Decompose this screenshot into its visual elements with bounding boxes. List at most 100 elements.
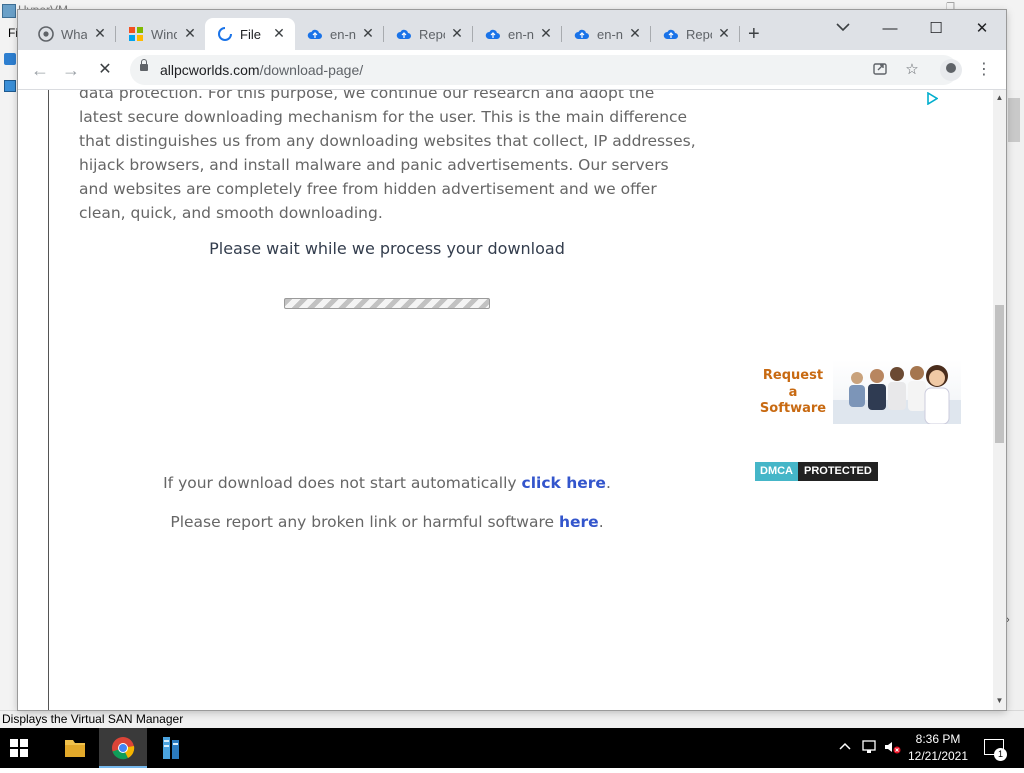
tab-label: en-n	[330, 26, 356, 42]
taskbar-clock[interactable]: 8:36 PM 12/21/2021	[902, 731, 974, 765]
tab-strip: Wha ✕ Wind ✕ File ✕ en-n ✕	[18, 10, 1006, 50]
clock-date: 12/21/2021	[907, 749, 969, 763]
background-menu-file[interactable]: Fi	[8, 26, 18, 40]
dmca-protected-badge[interactable]: DMCA PROTECTED	[755, 462, 878, 481]
grid-icon[interactable]	[4, 80, 16, 92]
main-content-column: data protection. For this purpose, we co…	[48, 90, 726, 710]
tab-label: en-n	[508, 26, 534, 42]
request-software-banner[interactable]: Request a Software	[755, 360, 961, 424]
auto-download-line: If your download does not start automati…	[49, 474, 725, 492]
close-icon[interactable]: ✕	[538, 25, 554, 41]
tab-label: Repo	[686, 26, 712, 42]
volume-muted-icon[interactable]	[884, 740, 902, 757]
close-icon[interactable]: ✕	[271, 25, 287, 41]
download-progress-bar	[284, 298, 490, 309]
cloud-icon	[485, 26, 501, 42]
close-window-button[interactable]: ✕	[962, 15, 1002, 45]
network-icon[interactable]	[862, 740, 878, 757]
scrollbar-thumb[interactable]	[995, 305, 1004, 443]
auto-suffix-text: .	[605, 474, 611, 492]
loading-spinner-icon	[217, 26, 233, 42]
chrome-taskbar-button[interactable]	[99, 728, 147, 768]
report-suffix-text: .	[598, 513, 604, 531]
tab-label: Wha	[61, 26, 87, 42]
share-icon[interactable]	[870, 60, 890, 80]
request-banner-text: Request a Software	[755, 368, 831, 418]
cloud-icon	[307, 26, 323, 42]
tab-en-3[interactable]: en-n ✕	[562, 18, 651, 50]
report-line: Please report any broken link or harmful…	[49, 513, 725, 531]
background-status-bar: Displays the Virtual SAN Manager	[0, 710, 1024, 728]
support-team-image	[833, 360, 961, 424]
stop-loading-button[interactable]: ✕	[94, 59, 116, 81]
intro-paragraph: data protection. For this purpose, we co…	[79, 90, 696, 222]
wait-message: Please wait while we process your downlo…	[209, 239, 565, 258]
request-word: Request	[762, 368, 824, 383]
maximize-button[interactable]: ☐	[916, 15, 956, 45]
close-icon[interactable]: ✕	[627, 25, 643, 41]
notification-count-badge: 1	[994, 748, 1007, 761]
address-bar[interactable]: allpcworlds.com/download-page/ ☆	[130, 55, 958, 85]
tab-whatsapp[interactable]: Wha ✕	[26, 18, 116, 50]
url-domain: allpcworlds.com	[160, 62, 260, 78]
new-tab-button[interactable]: +	[748, 24, 760, 44]
server-manager-taskbar-button[interactable]	[147, 728, 195, 768]
tab-label: Repo	[419, 26, 445, 42]
adchoices-icon[interactable]	[926, 91, 939, 108]
report-prefix-text: Please report any broken link or harmful…	[170, 513, 559, 531]
back-button[interactable]: ←	[29, 59, 51, 81]
close-icon[interactable]: ✕	[92, 25, 108, 41]
chrome-icon	[38, 26, 54, 42]
a-word: a	[788, 384, 798, 400]
back-arrow-icon[interactable]	[4, 53, 16, 65]
report-here-link[interactable]: here	[559, 513, 599, 531]
bookmark-star-icon[interactable]: ☆	[902, 60, 922, 80]
clock-time: 8:36 PM	[915, 732, 961, 746]
windows-logo-icon	[128, 26, 144, 42]
tab-en-1[interactable]: en-n ✕	[295, 18, 384, 50]
software-word: Software	[759, 401, 827, 416]
tab-report-1[interactable]: Repo ✕	[384, 18, 473, 50]
tab-label: File	[240, 26, 261, 42]
app-icon	[2, 4, 16, 18]
tab-label: Wind	[151, 26, 177, 42]
close-icon[interactable]: ✕	[182, 25, 198, 41]
chevron-down-icon[interactable]	[836, 20, 850, 35]
tab-separator	[739, 26, 740, 42]
close-icon[interactable]: ✕	[360, 25, 376, 41]
tab-report-2[interactable]: Repo ✕	[651, 18, 740, 50]
tab-file-active[interactable]: File ✕	[205, 18, 295, 50]
cloud-icon	[663, 26, 679, 42]
minimize-button[interactable]: —	[870, 15, 910, 45]
tab-en-2[interactable]: en-n ✕	[473, 18, 562, 50]
taskbar: 8:36 PM 12/21/2021 1	[0, 728, 1024, 768]
forward-button[interactable]: →	[60, 59, 82, 81]
file-explorer-taskbar-button[interactable]	[51, 728, 99, 768]
windows-start-icon[interactable]	[10, 739, 28, 757]
browser-toolbar: ← → ✕ allpcworlds.com/download-page/ ☆ ⋮	[18, 50, 1006, 90]
tray-chevron-up-icon[interactable]	[838, 740, 852, 757]
click-here-link[interactable]: click here	[522, 474, 606, 492]
right-sidebar: Request a Software DMCA PROTECTED	[725, 90, 993, 710]
close-icon[interactable]: ✕	[449, 25, 465, 41]
chevron-right-icon[interactable]: ›	[1006, 614, 1010, 626]
url-text[interactable]: allpcworlds.com/download-page/	[160, 62, 363, 78]
url-path: /download-page/	[259, 62, 364, 78]
cloud-icon	[574, 26, 590, 42]
cloud-icon	[396, 26, 412, 42]
lock-icon[interactable]	[140, 59, 148, 71]
browser-window: Wha ✕ Wind ✕ File ✕ en-n ✕	[18, 10, 1006, 710]
close-icon[interactable]: ✕	[716, 25, 732, 41]
menu-kebab-icon[interactable]: ⋮	[976, 59, 992, 81]
page-viewport: data protection. For this purpose, we co…	[18, 90, 1006, 710]
auto-prefix-text: If your download does not start automati…	[163, 474, 522, 492]
background-scrollbar-thumb[interactable]	[1008, 98, 1020, 142]
profile-avatar-icon[interactable]	[940, 59, 962, 81]
dmca-label: DMCA	[755, 462, 798, 481]
scroll-up-arrow-icon[interactable]: ▲	[993, 93, 1006, 102]
protected-label: PROTECTED	[798, 462, 878, 481]
tab-label: en-n	[597, 26, 623, 42]
page-scrollbar[interactable]: ▲ ▼	[993, 90, 1006, 710]
scroll-down-arrow-icon[interactable]: ▼	[993, 696, 1006, 705]
tab-windows[interactable]: Wind ✕	[116, 18, 206, 50]
